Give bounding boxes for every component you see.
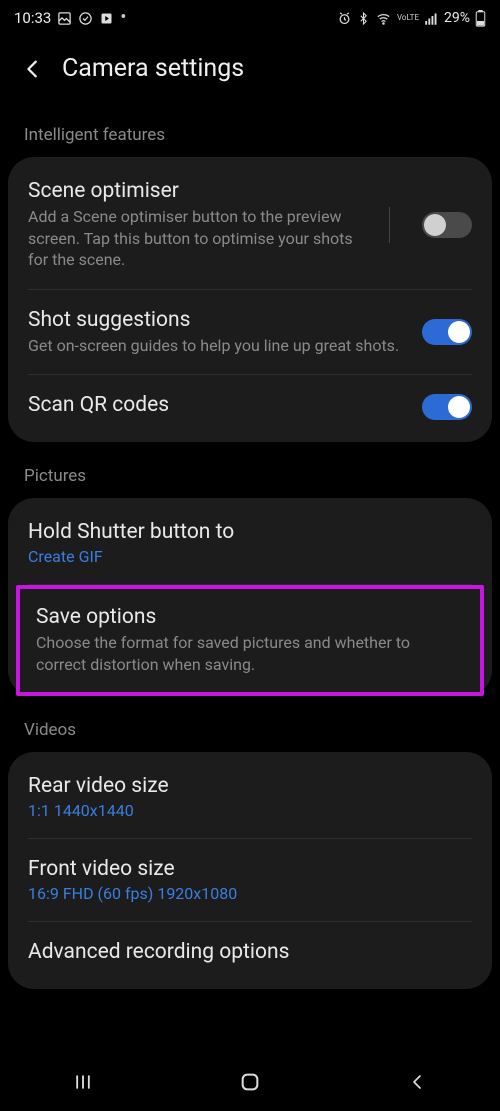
page-title: Camera settings: [62, 54, 244, 83]
hold-shutter-value: Create GIF: [28, 547, 472, 566]
rear-video-value: 1:1 1440x1440: [28, 801, 472, 820]
status-left: 10:33 •: [14, 9, 126, 27]
section-label-pictures: Pictures: [0, 460, 500, 498]
shot-suggestions-toggle[interactable]: [422, 319, 472, 345]
row-scan-qr[interactable]: Scan QR codes: [8, 375, 492, 438]
status-bar: 10:33 • VoLTE 29%: [0, 0, 500, 36]
advanced-recording-title: Advanced recording options: [28, 940, 472, 964]
header: Camera settings: [0, 36, 500, 119]
alarm-icon: [337, 11, 352, 26]
bluetooth-icon: [357, 11, 370, 26]
cloud-sync-icon: [78, 11, 93, 26]
shot-suggestions-desc: Get on-screen guides to help you line up…: [28, 335, 406, 357]
divider-vertical: [389, 207, 390, 243]
app-icon: [99, 11, 114, 26]
signal-icon: [424, 11, 439, 26]
shot-suggestions-title: Shot suggestions: [28, 308, 406, 332]
card-intelligent: Scene optimiser Add a Scene optimiser bu…: [8, 157, 492, 442]
card-videos: Rear video size 1:1 1440x1440 Front vide…: [8, 752, 492, 989]
status-time: 10:33: [14, 9, 51, 27]
status-right: VoLTE 29%: [337, 10, 486, 27]
scan-qr-title: Scan QR codes: [28, 393, 406, 417]
content: Intelligent features Scene optimiser Add…: [0, 119, 500, 989]
scene-optimiser-title: Scene optimiser: [28, 179, 373, 203]
row-shot-suggestions[interactable]: Shot suggestions Get on-screen guides to…: [8, 290, 492, 375]
section-label-intelligent: Intelligent features: [0, 119, 500, 157]
save-options-desc: Choose the format for saved pictures and…: [36, 632, 464, 675]
row-rear-video[interactable]: Rear video size 1:1 1440x1440: [8, 756, 492, 838]
scene-optimiser-desc: Add a Scene optimiser button to the prev…: [28, 206, 373, 271]
more-icon: •: [120, 9, 126, 27]
row-scene-optimiser[interactable]: Scene optimiser Add a Scene optimiser bu…: [8, 161, 492, 289]
front-video-title: Front video size: [28, 857, 472, 881]
scan-qr-toggle[interactable]: [422, 394, 472, 420]
battery-icon: [475, 10, 486, 27]
section-label-videos: Videos: [0, 714, 500, 752]
highlight-save-options: Save options Choose the format for saved…: [16, 585, 484, 695]
save-options-title: Save options: [36, 605, 464, 629]
row-save-options[interactable]: Save options Choose the format for saved…: [20, 589, 480, 691]
image-icon: [57, 11, 72, 26]
back-button[interactable]: [22, 58, 44, 80]
nav-bar: [0, 1053, 500, 1111]
rear-video-title: Rear video size: [28, 774, 472, 798]
wifi-icon: [375, 11, 392, 26]
row-hold-shutter[interactable]: Hold Shutter button to Create GIF: [8, 502, 492, 584]
row-advanced-recording[interactable]: Advanced recording options: [8, 922, 492, 985]
nav-back[interactable]: [377, 1062, 457, 1102]
volte-icon: VoLTE: [397, 14, 419, 22]
nav-home[interactable]: [210, 1062, 290, 1102]
nav-recent[interactable]: [43, 1062, 123, 1102]
card-pictures: Hold Shutter button to Create GIF Save o…: [8, 498, 492, 695]
hold-shutter-title: Hold Shutter button to: [28, 520, 472, 544]
row-front-video[interactable]: Front video size 16:9 FHD (60 fps) 1920x…: [8, 839, 492, 921]
scene-optimiser-toggle[interactable]: [422, 212, 472, 238]
front-video-value: 16:9 FHD (60 fps) 1920x1080: [28, 884, 472, 903]
battery-percent: 29%: [444, 10, 470, 26]
